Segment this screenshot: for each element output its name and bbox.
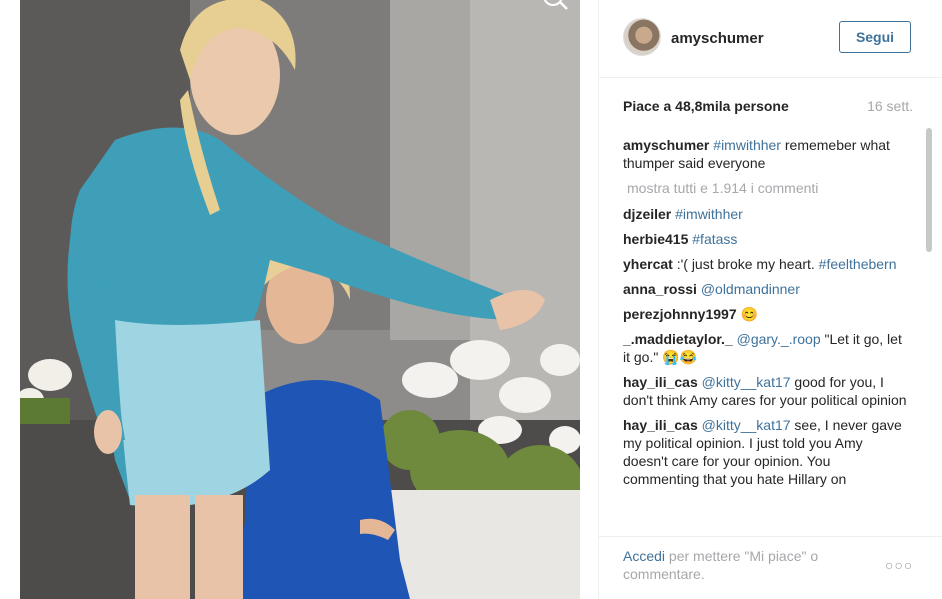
zoom-icon[interactable] bbox=[541, 0, 571, 16]
comment-user[interactable]: herbie415 bbox=[623, 231, 688, 247]
comment-user[interactable]: anna_rossi bbox=[623, 281, 697, 297]
list-item: herbie415 #fatass bbox=[623, 230, 909, 248]
comment-user[interactable]: perezjohnny1997 bbox=[623, 306, 737, 322]
list-item: djzeiler #imwithher bbox=[623, 205, 909, 223]
list-item: hay_ili_cas @kitty__kat17 see, I never g… bbox=[623, 416, 909, 488]
comment-user[interactable]: djzeiler bbox=[623, 206, 671, 222]
post-footer: Accedi per mettere "Mi piace" o commenta… bbox=[599, 536, 942, 599]
comment-mention[interactable]: @oldmandinner bbox=[697, 281, 800, 297]
list-item: perezjohnny1997 😊 bbox=[623, 305, 909, 323]
comment-text: :'( just broke my heart. bbox=[672, 256, 819, 272]
post-details-panel: amyschumer Segui Piace a 48,8mila person… bbox=[598, 0, 942, 599]
list-item: anna_rossi @oldmandinner bbox=[623, 280, 909, 298]
comment-hashtag[interactable]: #imwithher bbox=[671, 206, 743, 222]
comment-hashtag[interactable]: #fatass bbox=[688, 231, 737, 247]
photo-illustration bbox=[20, 0, 580, 599]
comment-hashtag[interactable]: #imwithher bbox=[713, 137, 781, 153]
show-all-comments-link[interactable]: mostra tutti e 1.914 i commenti bbox=[627, 179, 909, 197]
post-photo-column bbox=[0, 0, 598, 599]
login-link[interactable]: Accedi bbox=[623, 548, 665, 564]
comment-user[interactable]: hay_ili_cas bbox=[623, 374, 698, 390]
post-time[interactable]: 16 sett. bbox=[867, 98, 913, 114]
list-item: yhercat :'( just broke my heart. #feelth… bbox=[623, 255, 909, 273]
post-photo[interactable] bbox=[20, 0, 580, 599]
likes-row: Piace a 48,8mila persone 16 sett. bbox=[623, 98, 913, 118]
comment-user[interactable]: yhercat bbox=[623, 256, 673, 272]
comment-text: 😊 bbox=[736, 306, 758, 322]
comments-scrollbar-thumb[interactable] bbox=[926, 128, 932, 252]
likes-count[interactable]: Piace a 48,8mila persone bbox=[623, 98, 789, 114]
comments-list[interactable]: amyschumer #imwithher rememeber what thu… bbox=[623, 136, 909, 528]
post-header: amyschumer Segui bbox=[599, 0, 942, 78]
comment-mention[interactable]: @kitty__kat17 bbox=[698, 374, 791, 390]
comment-mention[interactable]: @kitty__kat17 bbox=[698, 417, 791, 433]
comment-user[interactable]: hay_ili_cas bbox=[623, 417, 698, 433]
comment-user[interactable]: amyschumer bbox=[623, 137, 709, 153]
list-item: hay_ili_cas @kitty__kat17 good for you, … bbox=[623, 373, 909, 409]
login-prompt: Accedi per mettere "Mi piace" o commenta… bbox=[623, 547, 863, 583]
comment-hashtag[interactable]: #feelthebern bbox=[819, 256, 897, 272]
more-dots-icon[interactable]: ○○○ bbox=[885, 557, 913, 573]
avatar[interactable] bbox=[623, 18, 661, 56]
comment-user[interactable]: _.maddietaylor._ bbox=[623, 331, 733, 347]
comment-mention[interactable]: @gary._.roop bbox=[733, 331, 821, 347]
follow-button[interactable]: Segui bbox=[839, 21, 911, 53]
list-item: _.maddietaylor._ @gary._.roop "Let it go… bbox=[623, 330, 909, 366]
username[interactable]: amyschumer bbox=[671, 30, 764, 47]
caption: amyschumer #imwithher rememeber what thu… bbox=[623, 136, 909, 172]
